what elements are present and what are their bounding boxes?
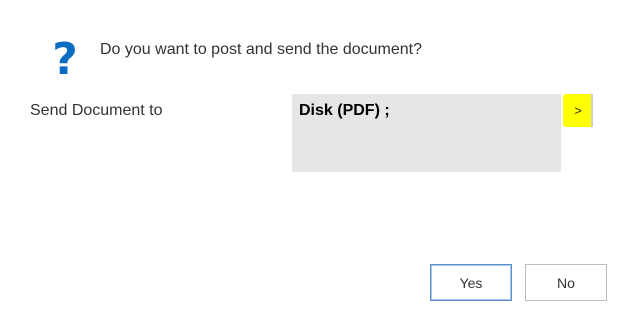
send-document-to-label: Send Document to: [30, 102, 163, 119]
question-mark-icon: ?: [52, 34, 78, 85]
send-document-to-field[interactable]: Disk (PDF) ;: [292, 94, 561, 172]
yes-button[interactable]: Yes: [430, 264, 512, 301]
send-document-to-value: Disk (PDF) ;: [299, 102, 390, 119]
assist-edit-button[interactable]: >: [563, 94, 593, 127]
dialog-question-text: Do you want to post and send the documen…: [100, 41, 422, 58]
no-button[interactable]: No: [525, 264, 607, 301]
